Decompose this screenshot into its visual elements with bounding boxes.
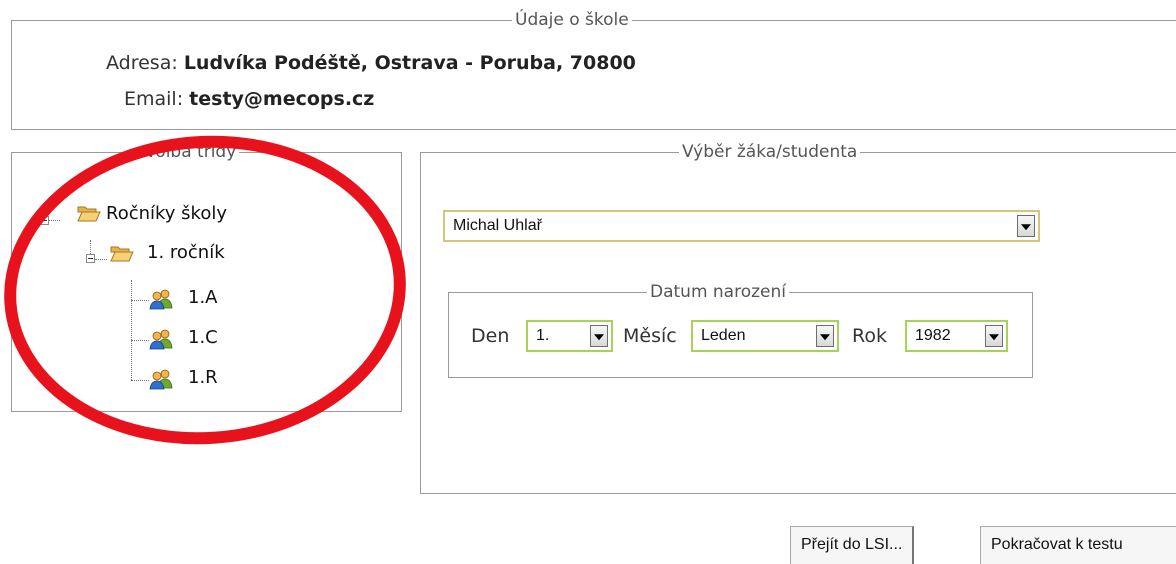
day-select-value: 1. — [536, 327, 550, 344]
continue-to-test-button[interactable]: Pokračovat k testu — [980, 526, 1176, 564]
open-folder-icon — [110, 246, 134, 262]
email-value: testy@mecops.cz — [189, 88, 375, 110]
tree-connector — [131, 380, 149, 381]
chevron-down-icon[interactable] — [816, 325, 834, 347]
tree-node-class[interactable]: 1.R — [188, 367, 218, 388]
year-label: Rok — [852, 325, 887, 347]
tree-connector — [131, 300, 149, 301]
class-selection-legend: Volba třídy — [145, 142, 237, 162]
tree-node-root[interactable]: Ročníky školy — [106, 203, 227, 224]
month-select-value: Leden — [701, 327, 746, 344]
tree-connector — [131, 340, 149, 341]
month-label: Měsíc — [623, 325, 677, 347]
birth-date-legend: Datum narození — [650, 282, 786, 302]
email-row: Email: testy@mecops.cz — [124, 88, 374, 110]
address-row: Adresa: Ludvíka Podéště, Ostrava - Porub… — [106, 52, 636, 74]
tree-node-grade[interactable]: 1. ročník — [147, 242, 225, 263]
student-select[interactable]: Michal Uhlař — [443, 210, 1040, 242]
user-group-icon — [149, 289, 173, 310]
user-group-icon — [149, 329, 173, 350]
chevron-down-icon[interactable] — [985, 325, 1003, 347]
year-select[interactable]: 1982 — [905, 320, 1008, 352]
collapse-toggle-root[interactable] — [40, 216, 49, 225]
day-select[interactable]: 1. — [526, 320, 613, 352]
user-group-icon — [149, 369, 173, 390]
year-select-value: 1982 — [915, 327, 951, 344]
student-select-value: Michal Uhlař — [453, 217, 542, 234]
student-selection-legend: Výběr žáka/studenta — [682, 142, 858, 162]
tree-connector — [131, 280, 132, 380]
day-label: Den — [471, 325, 510, 347]
collapse-toggle-grade[interactable] — [86, 254, 95, 263]
address-label: Adresa: — [106, 52, 178, 74]
open-folder-icon — [77, 206, 101, 222]
tree-node-class[interactable]: 1.A — [188, 287, 218, 308]
chevron-down-icon[interactable] — [590, 325, 608, 347]
address-value: Ludvíka Podéště, Ostrava - Poruba, 70800 — [183, 52, 636, 74]
go-to-lsi-button[interactable]: Přejít do LSI... — [790, 526, 915, 564]
tree-connector — [48, 220, 60, 221]
tree-connector — [95, 259, 107, 260]
month-select[interactable]: Leden — [691, 320, 839, 352]
email-label: Email: — [124, 88, 184, 110]
school-info-legend: Údaje o škole — [515, 10, 629, 30]
tree-node-class[interactable]: 1.C — [188, 327, 218, 348]
chevron-down-icon[interactable] — [1017, 215, 1035, 237]
